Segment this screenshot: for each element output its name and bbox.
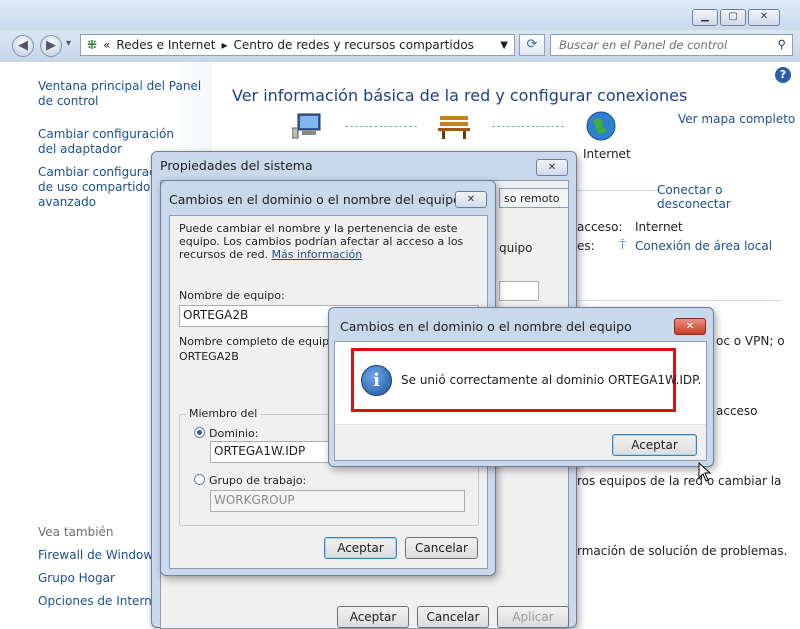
search-placeholder: Buscar en el Panel de control — [559, 38, 728, 52]
ok-button[interactable]: Aceptar — [324, 537, 397, 559]
workgroup-radio[interactable] — [194, 474, 205, 485]
link-internet-options[interactable]: Opciones de Internet — [38, 594, 164, 608]
see-also-heading: Vea también — [38, 525, 114, 539]
bench-icon — [436, 112, 472, 140]
address-bar[interactable]: ⁜ « Redes e Internet ▸ Centro de redes y… — [80, 34, 515, 56]
access-value: Internet — [635, 220, 683, 234]
refresh-icon[interactable]: ⟳ — [519, 34, 545, 56]
partial-input — [499, 281, 539, 301]
divider — [577, 190, 657, 191]
cancel-button[interactable]: Cancelar — [405, 537, 478, 559]
workgroup-label: Grupo de trabajo: — [209, 474, 307, 487]
maximize-icon[interactable]: ▢ — [720, 9, 746, 26]
close-icon[interactable]: ✕ — [674, 318, 706, 335]
dialog-title: Propiedades del sistema — [160, 158, 313, 173]
breadcrumb-redes-internet[interactable]: Redes e Internet — [116, 38, 215, 52]
dialog-title: Cambios en el dominio o el nombre del eq… — [169, 192, 461, 207]
close-icon[interactable]: ✕ — [748, 9, 780, 26]
full-name-label: Nombre completo de equipo: — [179, 335, 340, 348]
cancel-button[interactable]: Cancelar — [417, 606, 489, 628]
network-icon: ⁜ — [87, 38, 98, 52]
connect-disconnect-link[interactable]: Conectar o desconectar — [657, 183, 800, 211]
link-homegroup[interactable]: Grupo Hogar — [38, 571, 115, 585]
workgroup-field[interactable]: WORKGROUP — [210, 490, 465, 512]
computer-name-label: Nombre de equipo: — [179, 289, 285, 302]
cursor-icon — [698, 461, 712, 482]
breadcrumb-separator-icon: ▸ — [221, 38, 228, 52]
address-dropdown-icon[interactable]: ▼ — [500, 40, 508, 51]
connections-label: es: — [577, 239, 595, 253]
sidebar-item-panel[interactable]: Ventana principal del Panel de control — [38, 79, 208, 109]
search-input[interactable]: Buscar en el Panel de control ⚲ — [550, 34, 793, 56]
connection-line-2 — [492, 126, 564, 127]
partial-text: quipo — [499, 241, 533, 255]
window-title-bar — [0, 0, 800, 30]
history-dropdown-icon[interactable]: ▾ — [66, 38, 71, 49]
divider — [577, 300, 782, 301]
access-label: acceso: — [577, 220, 623, 234]
breadcrumb-overflow[interactable]: « — [103, 38, 110, 52]
full-name-value: ORTEGA2B — [179, 350, 239, 363]
computer-icon — [291, 112, 326, 140]
page-title: Ver información básica de la red y confi… — [232, 86, 688, 105]
full-map-link[interactable]: Ver mapa completo — [678, 112, 795, 126]
equipos-text: ros equipos de la red o cambiar la — [577, 474, 782, 488]
globe-icon — [585, 110, 617, 142]
breadcrumb-centro-redes[interactable]: Centro de redes y recursos compartidos — [234, 38, 474, 52]
close-icon[interactable]: ✕ — [455, 191, 487, 208]
close-icon[interactable]: ✕ — [536, 159, 568, 176]
vpn-text: oc o VPN; o — [716, 334, 785, 348]
help-icon[interactable]: ? — [775, 67, 791, 83]
tab-remote[interactable]: so remoto — [499, 188, 569, 208]
back-arrow-icon[interactable]: ◀ — [12, 35, 34, 57]
success-message-box: Cambios en el dominio o el nombre del eq… — [328, 307, 714, 467]
ok-button[interactable]: Aceptar — [337, 606, 409, 628]
domain-radio[interactable] — [194, 427, 205, 438]
internet-label: Internet — [583, 147, 631, 161]
connection-line-1 — [345, 126, 417, 127]
dialog-title: Cambios en el dominio o el nombre del eq… — [340, 319, 632, 334]
problems-text: rmación de solución de problemas. — [577, 544, 788, 558]
ok-button[interactable]: Aceptar — [612, 434, 697, 456]
success-message: Se unió correctamente al dominio ORTEGA1… — [401, 373, 702, 387]
local-connection-link[interactable]: Conexión de área local — [635, 239, 772, 253]
search-icon[interactable]: ⚲ — [778, 37, 786, 51]
info-icon: i — [361, 365, 392, 396]
link-firewall[interactable]: Firewall de Windows — [38, 548, 159, 562]
minimize-icon[interactable]: ▁ — [692, 9, 718, 26]
domain-label: Dominio: — [209, 427, 259, 440]
window-controls: ▁ ▢ ✕ — [692, 9, 780, 26]
apply-button[interactable]: Aplicar — [497, 606, 569, 628]
member-of-label: Miembro del — [186, 407, 261, 420]
ethernet-icon: ⍑ — [619, 238, 627, 252]
access-text: acceso — [716, 404, 758, 418]
more-info-link[interactable]: Más información — [272, 248, 363, 261]
forward-arrow-icon[interactable]: ▶ — [40, 35, 62, 57]
